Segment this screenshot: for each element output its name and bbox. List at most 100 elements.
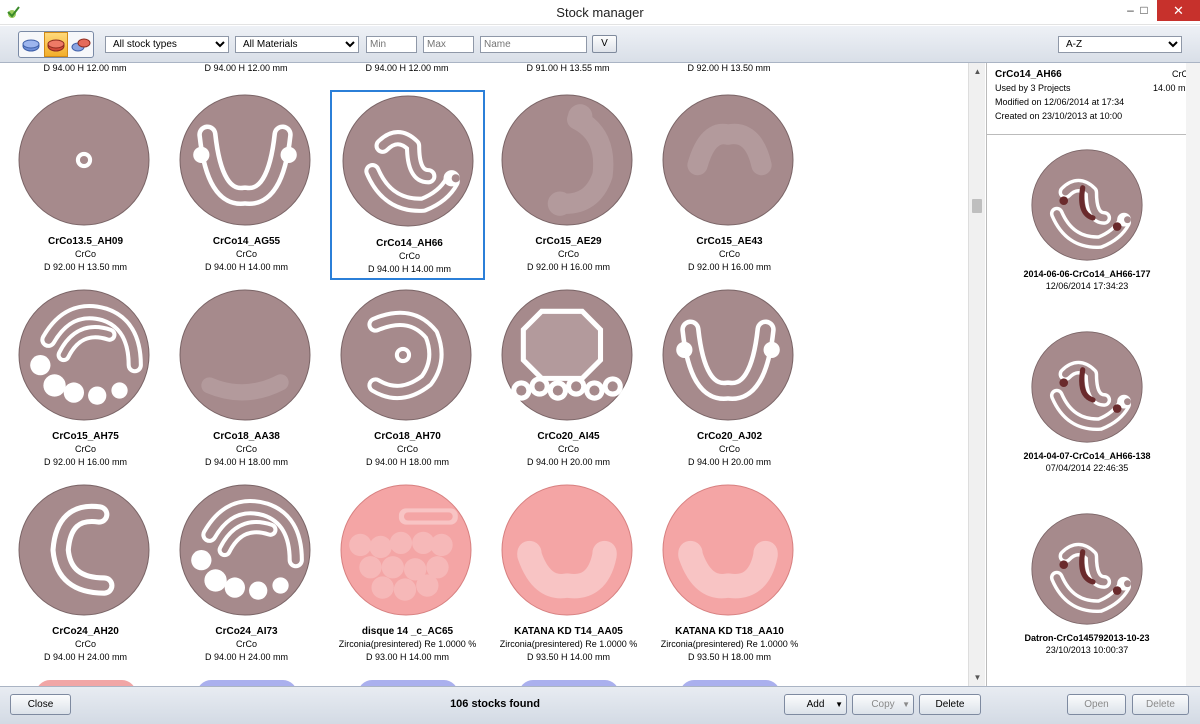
stock-name: CrCo13.5_AH09 bbox=[47, 236, 124, 247]
delete-button[interactable]: Delete bbox=[919, 694, 981, 715]
stock-material: CrCo bbox=[235, 249, 257, 259]
stock-material: CrCo bbox=[74, 249, 96, 259]
stock-dims: D 92.00 H 16.00 mm bbox=[43, 457, 128, 467]
stock-name: CrCo14_AG55 bbox=[212, 236, 281, 247]
stocks-found-text: 106 stocks found bbox=[450, 698, 540, 710]
stock-material: Zirconia(presintered) Re 1.0000 % bbox=[338, 639, 477, 649]
mixed-disc-icon bbox=[71, 38, 91, 51]
stock-material: CrCo bbox=[718, 444, 740, 454]
stock-card[interactable]: CrCo14_AG55 CrCo D 94.00 H 14.00 mm bbox=[169, 90, 324, 280]
partial-stock-dims: D 94.00 H 12.00 mm bbox=[365, 63, 449, 73]
partial-stock-dims: D 91.00 H 13.55 mm bbox=[526, 63, 610, 73]
title-bar: Stock manager – □ ✕ bbox=[0, 0, 1200, 25]
stock-dims: D 93.00 H 14.00 mm bbox=[365, 652, 450, 662]
stock-card[interactable]: CrCo15_AE29 CrCo D 92.00 H 16.00 mm bbox=[491, 90, 646, 280]
stock-card[interactable]: CrCo18_AH70 CrCo D 94.00 H 18.00 mm bbox=[330, 285, 485, 475]
stock-disc-graphic bbox=[18, 289, 150, 421]
material-select[interactable]: All Materials bbox=[235, 36, 359, 53]
stock-disc-graphic bbox=[1031, 331, 1143, 443]
stock-material: CrCo bbox=[718, 249, 740, 259]
stock-card[interactable]: CrCo13.5_AH09 CrCo D 92.00 H 13.50 mm bbox=[8, 90, 163, 280]
stock-info: CrCo14_AH66 CrCo Used by 3 Projects 14.0… bbox=[987, 63, 1200, 135]
scroll-thumb[interactable] bbox=[972, 199, 982, 213]
stock-disc-graphic bbox=[342, 95, 474, 227]
stock-dims: D 94.00 H 20.00 mm bbox=[526, 457, 611, 467]
view-blue-disc-button[interactable] bbox=[19, 32, 44, 57]
project-item[interactable]: 2014-06-06-CrCo14_AH66-177 12/06/2014 17:… bbox=[987, 149, 1187, 291]
project-date: 23/10/2013 10:00:37 bbox=[1045, 645, 1129, 655]
stock-disc-graphic bbox=[501, 289, 633, 421]
project-item[interactable]: Datron-CrCo145792013-10-23 23/10/2013 10:… bbox=[987, 513, 1187, 655]
stock-disc-graphic bbox=[179, 94, 311, 226]
project-name: Datron-CrCo145792013-10-23 bbox=[1024, 633, 1150, 643]
stock-card[interactable]: CrCo24_AH20 CrCo D 94.00 H 24.00 mm bbox=[8, 480, 163, 670]
view-red-disc-button[interactable] bbox=[43, 32, 69, 57]
delete-project-button[interactable]: Delete bbox=[1132, 694, 1189, 715]
stock-dims: D 94.00 H 24.00 mm bbox=[43, 652, 128, 662]
scroll-up-icon[interactable]: ▲ bbox=[969, 63, 986, 80]
stock-disc-graphic bbox=[18, 94, 150, 226]
stock-material: CrCo bbox=[74, 444, 96, 454]
project-date: 07/04/2014 22:46:35 bbox=[1045, 463, 1129, 473]
scroll-down-icon[interactable]: ▼ bbox=[969, 669, 986, 686]
stock-material: CrCo bbox=[74, 639, 96, 649]
max-input[interactable] bbox=[423, 36, 474, 53]
stock-disc-graphic bbox=[662, 94, 794, 226]
used-by-text: Used by 3 Projects bbox=[995, 83, 1071, 93]
stock-dims: D 94.00 H 24.00 mm bbox=[204, 652, 289, 662]
view-mode-group bbox=[18, 31, 94, 58]
stock-card[interactable]: CrCo15_AH75 CrCo D 92.00 H 16.00 mm bbox=[8, 285, 163, 475]
stock-card[interactable]: CrCo15_AE43 CrCo D 92.00 H 16.00 mm bbox=[652, 90, 807, 280]
copy-label: Copy bbox=[871, 699, 895, 710]
selected-stock-name: CrCo14_AH66 bbox=[995, 69, 1062, 80]
min-input[interactable] bbox=[366, 36, 417, 53]
bottom-bar: Close 106 stocks found Add ▼ Copy ▼ Delete… bbox=[0, 686, 1200, 724]
stock-card[interactable]: CrCo20_AJ02 CrCo D 94.00 H 20.00 mm bbox=[652, 285, 807, 475]
name-input[interactable] bbox=[480, 36, 587, 53]
stock-card[interactable]: CrCo24_AI73 CrCo D 94.00 H 24.00 mm bbox=[169, 480, 324, 670]
partial-stock-dims: D 94.00 H 12.00 mm bbox=[43, 63, 127, 73]
stock-disc-graphic bbox=[501, 484, 633, 616]
stock-dims: D 94.00 H 14.00 mm bbox=[367, 264, 452, 274]
add-dropdown-icon: ▼ bbox=[835, 700, 843, 709]
close-button[interactable]: Close bbox=[10, 694, 71, 715]
project-item[interactable]: 2014-04-07-CrCo14_AH66-138 07/04/2014 22:… bbox=[987, 331, 1187, 473]
stock-name: CrCo15_AE29 bbox=[535, 236, 602, 247]
stock-card[interactable]: CrCo18_AA38 CrCo D 94.00 H 18.00 mm bbox=[169, 285, 324, 475]
stock-name: CrCo20_AI45 bbox=[537, 431, 600, 442]
stock-material: CrCo bbox=[398, 251, 420, 261]
partial-stock-dims: D 92.00 H 13.50 mm bbox=[687, 63, 771, 73]
stock-card[interactable]: CrCo20_AI45 CrCo D 94.00 H 20.00 mm bbox=[491, 285, 646, 475]
stock-name: CrCo15_AH75 bbox=[52, 431, 119, 442]
toolbar: All stock types All Materials V A-Z bbox=[0, 26, 1200, 63]
stock-material: CrCo bbox=[235, 444, 257, 454]
stock-card[interactable]: KATANA KD T14_AA05 Zirconia(presintered) … bbox=[491, 480, 646, 670]
stock-disc-graphic bbox=[662, 484, 794, 616]
stock-disc-graphic bbox=[179, 484, 311, 616]
stock-grid: D 94.00 H 12.00 mm D 94.00 H 12.00 mm D 94… bbox=[0, 63, 975, 686]
details-scrollbar[interactable] bbox=[1186, 63, 1200, 686]
sort-select[interactable]: A-Z bbox=[1058, 36, 1182, 53]
grid-scrollbar[interactable]: ▲ ▼ bbox=[968, 63, 985, 686]
add-button[interactable]: Add ▼ bbox=[784, 694, 847, 715]
close-window-button[interactable]: ✕ bbox=[1157, 0, 1200, 21]
stock-card[interactable]: KATANA KD T18_AA10 Zirconia(presintered) … bbox=[652, 480, 807, 670]
stock-disc-graphic bbox=[1031, 149, 1143, 261]
project-name: 2014-04-07-CrCo14_AH66-138 bbox=[1023, 451, 1151, 461]
stock-card[interactable]: disque 14 _c_AC65 Zirconia(presintered) R… bbox=[330, 480, 485, 670]
stock-dims: D 94.00 H 14.00 mm bbox=[204, 262, 289, 272]
v-filter-button[interactable]: V bbox=[592, 35, 617, 53]
stock-card[interactable]: CrCo14_AH66 CrCo D 94.00 H 14.00 mm bbox=[330, 90, 485, 280]
view-mixed-disc-button[interactable] bbox=[68, 32, 93, 57]
maximize-button[interactable]: □ bbox=[1131, 0, 1157, 21]
stock-dims: D 94.00 H 18.00 mm bbox=[365, 457, 450, 467]
project-name: 2014-06-06-CrCo14_AH66-177 bbox=[1023, 269, 1151, 279]
copy-button[interactable]: Copy ▼ bbox=[852, 694, 914, 715]
open-button[interactable]: Open bbox=[1067, 694, 1126, 715]
project-date: 12/06/2014 17:34:23 bbox=[1045, 281, 1129, 291]
red-disc-icon bbox=[47, 39, 65, 51]
stock-type-select[interactable]: All stock types bbox=[105, 36, 229, 53]
stock-dims: D 92.00 H 16.00 mm bbox=[526, 262, 611, 272]
stock-disc-graphic bbox=[340, 289, 472, 421]
blue-disc-icon bbox=[22, 39, 40, 51]
